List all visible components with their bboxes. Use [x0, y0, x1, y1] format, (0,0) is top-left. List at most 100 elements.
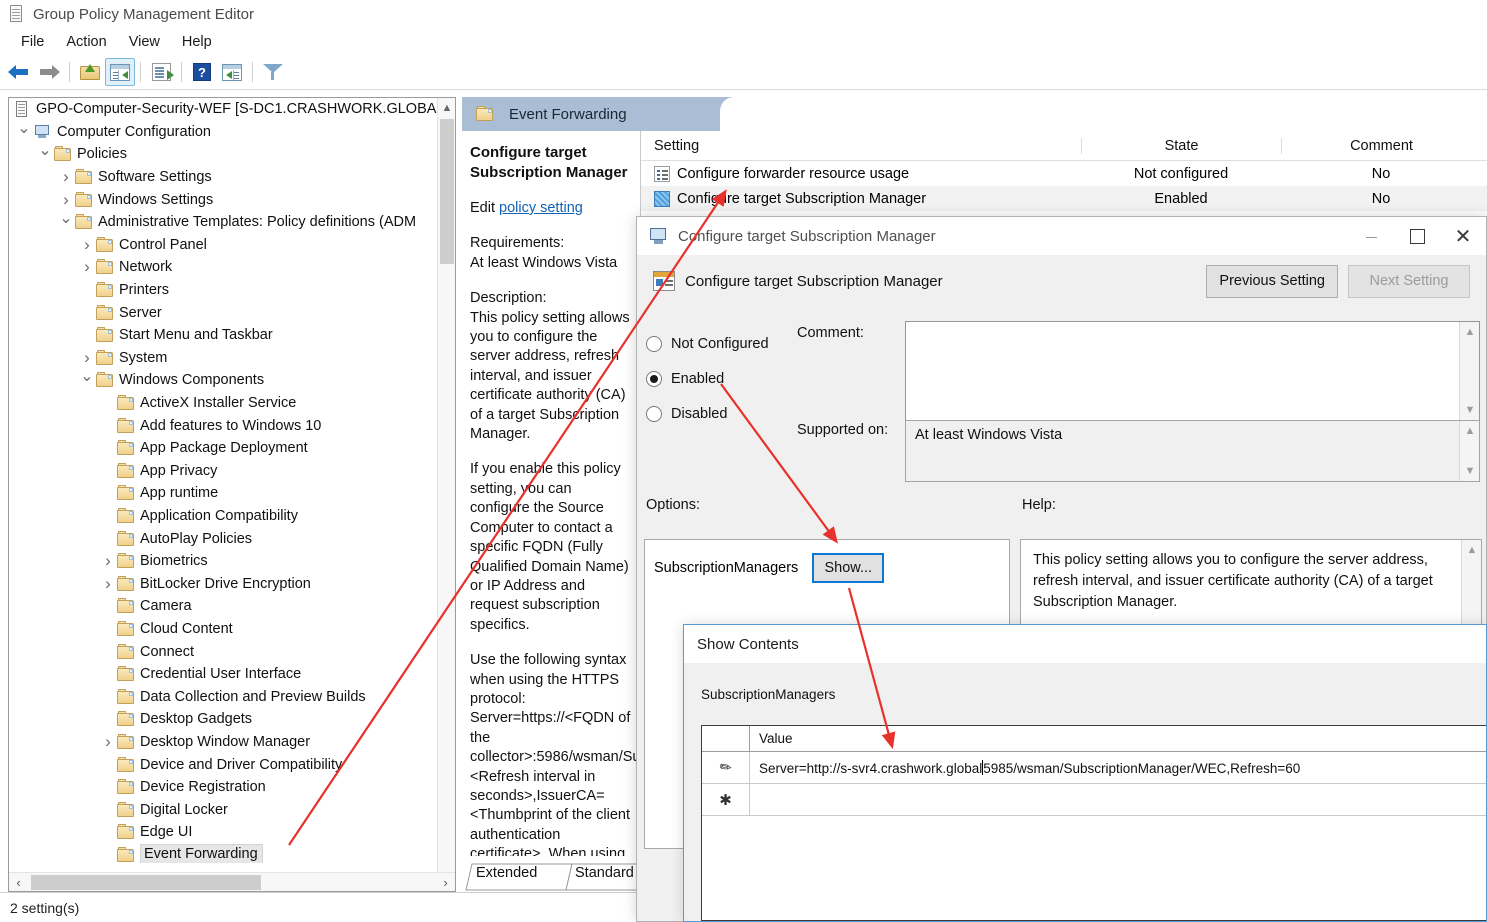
tree-item-windows-settings[interactable]: Windows Settings	[9, 188, 437, 211]
table-row[interactable]: Configure target Subscription Manager En…	[641, 186, 1487, 211]
previous-setting-button[interactable]: Previous Setting	[1206, 264, 1338, 298]
scroll-up-icon[interactable]: ▲	[1462, 540, 1481, 560]
column-header-value[interactable]: Value	[750, 726, 1486, 751]
grid-row-new[interactable]: ✱	[702, 784, 1486, 816]
tree-item-app-runtime[interactable]: App runtime	[9, 482, 437, 505]
chevron-right-icon[interactable]	[78, 348, 96, 368]
tree-item-activex-installer-service[interactable]: ActiveX Installer Service	[9, 392, 437, 415]
tree-horizontal-scrollbar[interactable]: ‹ ›	[9, 872, 455, 891]
tree-item-desktop-gadgets[interactable]: Desktop Gadgets	[9, 708, 437, 731]
back-button[interactable]	[4, 58, 34, 86]
tree-item-app-privacy[interactable]: App Privacy	[9, 460, 437, 483]
show-contents-list-label: SubscriptionManagers	[701, 687, 836, 702]
row-value-cell-empty[interactable]	[750, 784, 1486, 815]
tree-item-edge-ui[interactable]: Edge UI	[9, 821, 437, 844]
filter-button[interactable]	[258, 58, 288, 86]
menu-item-help[interactable]: Help	[171, 32, 223, 52]
chevron-right-icon[interactable]	[78, 235, 96, 255]
tree-item-connect[interactable]: Connect	[9, 640, 437, 663]
maximize-button[interactable]	[1394, 217, 1440, 255]
chevron-down-icon[interactable]	[78, 370, 96, 390]
chevron-right-icon[interactable]	[99, 574, 117, 594]
tree-item-software-settings[interactable]: Software Settings	[9, 166, 437, 189]
grid-row[interactable]: ✎ Server=http://s-svr4.crashwork.global5…	[702, 752, 1486, 784]
up-one-level-button[interactable]	[75, 58, 105, 86]
tree-item-root[interactable]: GPO-Computer-Security-WEF [S-DC1.CRASHWO…	[9, 98, 437, 121]
help-button[interactable]: ?	[187, 58, 217, 86]
chevron-down-icon[interactable]	[15, 122, 33, 142]
chevron-right-icon[interactable]	[99, 551, 117, 571]
tab-extended[interactable]: Extended	[476, 865, 537, 881]
chevron-right-icon[interactable]	[78, 257, 96, 277]
tree-item-credential-user-interface[interactable]: Credential User Interface	[9, 663, 437, 686]
scroll-right-icon[interactable]: ›	[436, 873, 455, 891]
show-hide-action-pane-button[interactable]	[217, 58, 247, 86]
tree-item-camera[interactable]: Camera	[9, 595, 437, 618]
radio-enabled[interactable]: Enabled	[646, 361, 796, 396]
tree-item-label: BitLocker Drive Encryption	[140, 575, 311, 592]
tree-item-label: Camera	[140, 598, 192, 615]
tree-item-autoplay-policies[interactable]: AutoPlay Policies	[9, 527, 437, 550]
tree-item-printers[interactable]: Printers	[9, 279, 437, 302]
policy-tree[interactable]: GPO-Computer-Security-WEF [S-DC1.CRASHWO…	[9, 98, 437, 863]
tree-item-windows-components[interactable]: Windows Components	[9, 369, 437, 392]
menu-item-view[interactable]: View	[118, 32, 171, 52]
tree-item-digital-locker[interactable]: Digital Locker	[9, 798, 437, 821]
scroll-thumb-h[interactable]	[31, 875, 261, 890]
tree-item-bitlocker-drive-encryption[interactable]: BitLocker Drive Encryption	[9, 572, 437, 595]
scroll-down-icon[interactable]: ▼	[1460, 400, 1480, 420]
scroll-down-icon[interactable]: ▼	[1460, 461, 1480, 481]
row-value-cell[interactable]: Server=http://s-svr4.crashwork.global598…	[750, 752, 1486, 783]
tab-standard[interactable]: Standard	[575, 865, 634, 881]
tree-item-system[interactable]: System	[9, 347, 437, 370]
tree-item-label: Start Menu and Taskbar	[119, 327, 273, 344]
chevron-down-icon[interactable]	[36, 144, 54, 164]
minimize-button[interactable]	[1348, 217, 1394, 255]
tree-item-event-forwarding[interactable]: Event Forwarding	[9, 844, 437, 863]
tree-item-device-registration[interactable]: Device Registration	[9, 776, 437, 799]
tree-item-device-and-driver-compatibility[interactable]: Device and Driver Compatibility	[9, 753, 437, 776]
export-list-button[interactable]	[146, 58, 176, 86]
table-row[interactable]: Configure forwarder resource usage Not c…	[641, 161, 1487, 186]
tree-item-server[interactable]: Server	[9, 301, 437, 324]
radio-disabled[interactable]: Disabled	[646, 396, 796, 431]
menu-item-file[interactable]: File	[10, 32, 55, 52]
chevron-right-icon[interactable]	[99, 732, 117, 752]
comment-scrollbar[interactable]: ▲ ▼	[1459, 322, 1479, 420]
scroll-left-icon[interactable]: ‹	[9, 873, 28, 891]
scroll-up-icon[interactable]: ▲	[1460, 421, 1480, 441]
supported-scrollbar[interactable]: ▲ ▼	[1459, 421, 1479, 481]
chevron-right-icon[interactable]	[57, 167, 75, 187]
tree-item-data-collection-and-preview-builds[interactable]: Data Collection and Preview Builds	[9, 685, 437, 708]
column-header-state[interactable]: State	[1081, 137, 1281, 154]
close-button[interactable]: ✕	[1440, 217, 1486, 255]
tree-vertical-scrollbar[interactable]: ▲ ▼	[437, 98, 455, 891]
tree-item-start-menu-and-taskbar[interactable]: Start Menu and Taskbar	[9, 324, 437, 347]
tree-item-desktop-window-manager[interactable]: Desktop Window Manager	[9, 731, 437, 754]
tree-item-biometrics[interactable]: Biometrics	[9, 550, 437, 573]
scroll-up-icon[interactable]: ▲	[438, 98, 455, 117]
tree-item-cloud-content[interactable]: Cloud Content	[9, 618, 437, 641]
tree-item-administrative-templates-policy-definitions-adm[interactable]: Administrative Templates: Policy definit…	[9, 211, 437, 234]
show-button[interactable]: Show...	[812, 553, 885, 583]
tree-item-policies[interactable]: Policies	[9, 143, 437, 166]
tree-item-app-package-deployment[interactable]: App Package Deployment	[9, 437, 437, 460]
show-contents-dialog: Show Contents SubscriptionManagers Value…	[683, 624, 1487, 922]
chevron-down-icon[interactable]	[57, 212, 75, 232]
scroll-thumb[interactable]	[440, 119, 454, 264]
comment-field[interactable]: ▲ ▼	[905, 321, 1480, 421]
scroll-up-icon[interactable]: ▲	[1460, 322, 1480, 342]
edit-policy-setting-link[interactable]: policy setting	[499, 200, 583, 216]
forward-button[interactable]	[34, 58, 64, 86]
column-header-comment[interactable]: Comment	[1281, 137, 1481, 154]
tree-item-control-panel[interactable]: Control Panel	[9, 234, 437, 257]
column-header-setting[interactable]: Setting	[641, 138, 1081, 154]
chevron-right-icon[interactable]	[57, 190, 75, 210]
show-hide-console-tree-button[interactable]	[105, 58, 135, 86]
radio-not-configured[interactable]: Not Configured	[646, 326, 796, 361]
tree-item-network[interactable]: Network	[9, 256, 437, 279]
tree-item-add-features-to-windows-10[interactable]: Add features to Windows 10	[9, 414, 437, 437]
menu-item-action[interactable]: Action	[55, 32, 117, 52]
tree-item-application-compatibility[interactable]: Application Compatibility	[9, 505, 437, 528]
tree-item-computer-configuration[interactable]: Computer Configuration	[9, 121, 437, 144]
